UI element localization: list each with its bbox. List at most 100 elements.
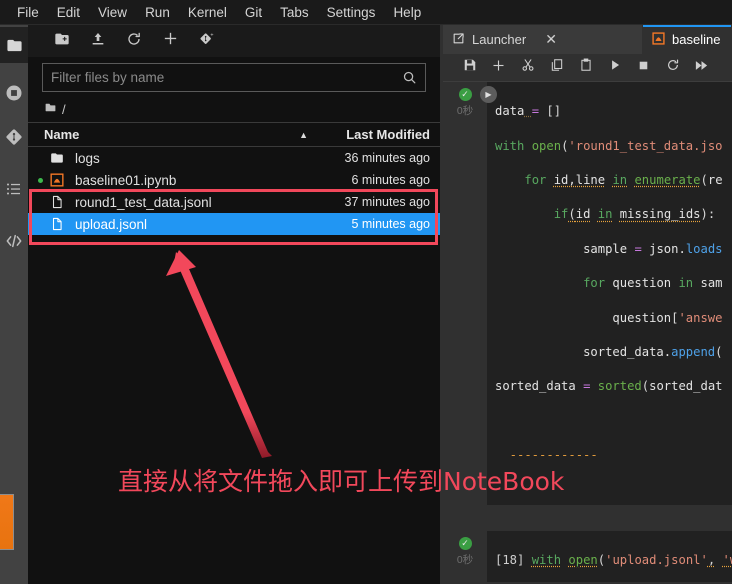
breadcrumb-root[interactable]: / [62,102,66,117]
file-name: logs [68,151,318,166]
check-icon: ✓ [459,88,472,101]
insert-cell-button[interactable] [484,56,513,80]
fast-forward-icon [694,58,709,78]
git-icon [4,127,24,147]
code-line: for id,line in enumerate(re [487,172,732,189]
menu-item-view[interactable]: View [89,2,136,23]
new-folder-button[interactable] [44,27,80,55]
folder-icon [46,151,68,165]
restart-run-all-button[interactable] [687,56,716,80]
file-list: logs 36 minutes ago baseline01.ipynb 6 m… [28,147,440,584]
file-icon [46,217,68,231]
stop-icon [637,59,650,77]
copy-button[interactable] [542,56,571,80]
menu-item-git[interactable]: Git [236,2,271,23]
list-item[interactable]: logs 36 minutes ago [28,147,440,169]
svg-text:+: + [210,32,213,38]
column-header-name-label: Name [44,127,79,142]
cut-icon [521,58,535,77]
menu-item-tabs[interactable]: Tabs [271,2,318,23]
file-filter-box[interactable] [42,63,426,92]
cell-exec-time: 0秒 [457,552,473,567]
upload-files-button[interactable] [80,27,116,55]
sidebar-item-extensions[interactable] [0,223,28,259]
refresh-button[interactable] [116,27,152,55]
cell-prompt: [18] [495,553,524,567]
cell-source[interactable]: data = [] with open('round1_test_data.js… [487,82,732,505]
upload-icon [90,31,106,52]
search-input[interactable] [51,70,402,85]
cell-run-button[interactable]: ▶ [480,86,497,103]
file-modified: 5 minutes ago [318,217,440,231]
tab-launcher[interactable]: Launcher ✕ [443,25,643,54]
new-launcher-button[interactable] [152,27,188,55]
restart-button[interactable] [658,56,687,80]
menu-item-help[interactable]: Help [384,2,430,23]
stop-button[interactable] [629,56,658,80]
list-item[interactable]: baseline01.ipynb 6 minutes ago [28,169,440,191]
cell-source[interactable]: [18] with open('upload.jsonl', 'w') for … [487,531,732,582]
close-icon[interactable]: ✕ [545,31,557,48]
file-browser-toolbar: + [28,25,440,57]
sort-ascending-icon: ▲ [299,130,308,140]
cut-button[interactable] [513,56,542,80]
annotation-text: 直接从将文件拖入即可上传到NoteBook [118,462,564,498]
cell-spacer [443,505,732,531]
menu-item-run[interactable]: Run [136,2,179,23]
code-line: for question in sam [487,275,732,292]
file-browser-panel: + / [28,25,440,584]
save-button[interactable] [455,56,484,80]
file-modified: 6 minutes ago [318,173,440,187]
notebook-cell[interactable]: ✓ 0秒 [18] with open('upload.jsonl', 'w')… [443,531,732,582]
column-header-last-modified[interactable]: Last Modified [318,127,440,142]
file-modified: 36 minutes ago [318,151,440,165]
menu-item-settings[interactable]: Settings [318,2,385,23]
play-icon [608,58,622,77]
code-line [487,413,732,430]
run-button[interactable] [600,56,629,80]
notebook-body[interactable]: ✓ 0秒 ▶ data = [] with open('round1_test_… [443,82,732,582]
list-item[interactable]: upload.jsonl 5 minutes ago [28,213,440,235]
copy-icon [550,58,564,77]
list-item[interactable]: round1_test_data.jsonl 37 minutes ago [28,191,440,213]
collapsed-status-handle[interactable] [0,494,14,550]
code-line: with open('round1_test_data.jso [487,138,732,155]
notebook-cell[interactable]: ✓ 0秒 ▶ data = [] with open('round1_test_… [443,82,732,505]
running-terminals-icon [4,83,24,103]
sidebar-item-git[interactable] [0,119,28,155]
menu-item-file[interactable]: File [8,2,48,23]
sidebar-item-running[interactable] [0,75,28,111]
code-line: sample = json.loads [487,241,732,258]
folder-icon [6,37,23,54]
notebook-icon [652,32,665,48]
breadcrumb[interactable]: / [28,96,440,122]
extension-manager-icon [4,231,24,251]
paste-button[interactable] [571,56,600,80]
menu-item-kernel[interactable]: Kernel [179,2,236,23]
file-name: upload.jsonl [68,217,318,232]
tab-baseline-notebook[interactable]: baseline [643,25,732,54]
breadcrumb-folder-icon [44,101,57,117]
column-header-name[interactable]: Name ▲ [28,127,318,142]
menu-item-edit[interactable]: Edit [48,2,89,23]
file-filter-wrap [28,57,440,96]
file-name: baseline01.ipynb [68,173,318,188]
git-clone-button[interactable]: + [188,27,224,55]
search-icon [402,70,417,85]
refresh-icon [126,31,142,52]
file-list-header: Name ▲ Last Modified [28,122,440,147]
save-icon [463,58,477,77]
jupyterlab-window: File Edit View Run Kernel Git Tabs Setti… [0,0,732,584]
sidebar-item-toc[interactable] [0,171,28,207]
new-folder-icon [54,31,70,52]
file-name: round1_test_data.jsonl [68,195,318,210]
git-clone-icon: + [198,31,214,52]
file-modified: 37 minutes ago [318,195,440,209]
paste-icon [579,58,593,77]
menubar: File Edit View Run Kernel Git Tabs Setti… [0,0,732,25]
check-icon: ✓ [459,537,472,550]
tab-label: Launcher [472,32,526,47]
sidebar-item-file-browser[interactable] [0,27,28,63]
plus-icon [491,58,506,78]
cell-status-gutter: ✓ 0秒 [443,531,487,582]
